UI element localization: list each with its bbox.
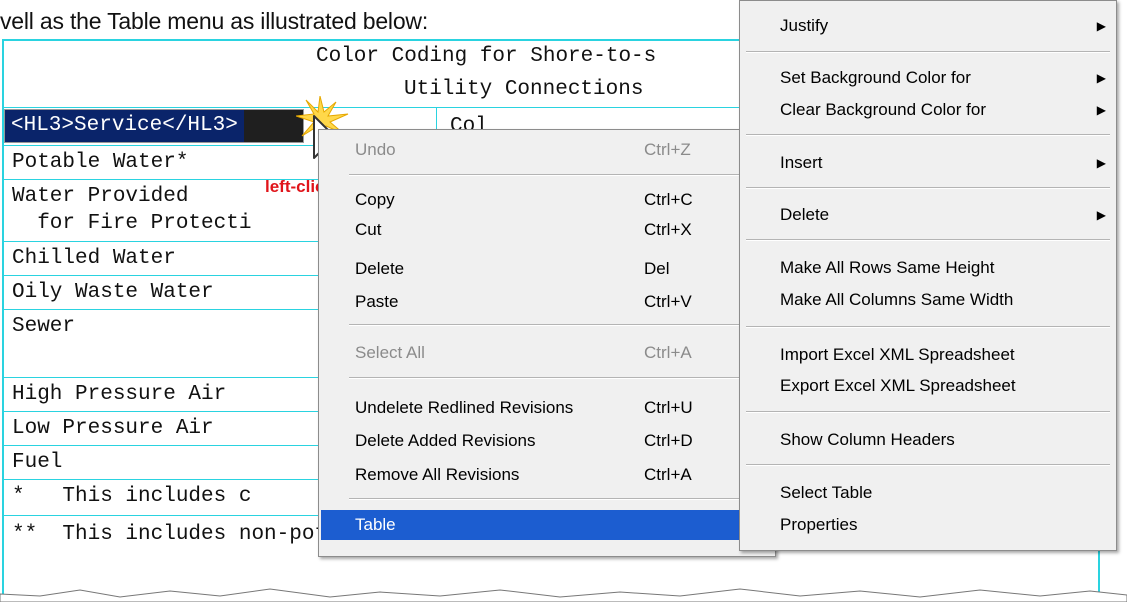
- submenu-item-set-background[interactable]: Set Background Color for ▶: [740, 63, 1116, 93]
- menu-separator: [349, 324, 771, 326]
- submenu-item-justify[interactable]: Justify ▶: [740, 11, 1116, 41]
- menu-separator: [746, 51, 1110, 53]
- table-submenu: Justify ▶ Set Background Color for ▶ Cle…: [739, 0, 1117, 551]
- menu-separator: [746, 464, 1110, 466]
- menu-item-paste[interactable]: Paste Ctrl+V: [319, 287, 775, 317]
- submenu-item-same-width[interactable]: Make All Columns Same Width: [740, 285, 1116, 315]
- submenu-item-export-excel[interactable]: Export Excel XML Spreadsheet: [740, 371, 1116, 401]
- submenu-item-clear-background[interactable]: Clear Background Color for ▶: [740, 95, 1116, 125]
- submenu-arrow-icon: ▶: [1096, 71, 1106, 85]
- table-title-line1: Color Coding for Shore-to-s: [316, 45, 657, 68]
- menu-item-copy[interactable]: Copy Ctrl+C: [319, 185, 775, 215]
- footnote-1: * This includes c: [12, 485, 252, 508]
- menu-separator: [746, 134, 1110, 136]
- selected-cell-text: <HL3>Service</HL3>: [5, 110, 244, 142]
- menu-item-delete[interactable]: Delete Del: [319, 254, 775, 284]
- menu-separator: [349, 174, 771, 176]
- submenu-arrow-icon: ▶: [1096, 103, 1106, 117]
- submenu-item-properties[interactable]: Properties: [740, 510, 1116, 540]
- menu-separator: [746, 187, 1110, 189]
- menu-item-undelete-redlined[interactable]: Undelete Redlined Revisions Ctrl+U: [319, 393, 775, 423]
- menu-separator: [746, 411, 1110, 413]
- torn-edge-graphic: [0, 588, 1127, 602]
- menu-separator: [746, 239, 1110, 241]
- menu-item-select-all[interactable]: Select All Ctrl+A: [319, 338, 775, 368]
- menu-item-delete-added[interactable]: Delete Added Revisions Ctrl+D: [319, 426, 775, 456]
- menu-separator: [349, 498, 771, 500]
- menu-separator: [349, 377, 771, 379]
- menu-item-undo[interactable]: Undo Ctrl+Z: [319, 135, 775, 165]
- intro-text: vell as the Table menu as illustrated be…: [0, 8, 429, 34]
- table-title-line2: Utility Connections: [404, 78, 644, 101]
- menu-item-cut[interactable]: Cut Ctrl+X: [319, 215, 775, 245]
- menu-item-remove-all-revisions[interactable]: Remove All Revisions Ctrl+A: [319, 460, 775, 490]
- submenu-arrow-icon: ▶: [1096, 208, 1106, 222]
- context-menu: Undo Ctrl+Z Copy Ctrl+C Cut Ctrl+X Delet…: [318, 129, 776, 557]
- menu-item-table[interactable]: Table ▶: [321, 510, 773, 540]
- submenu-item-insert[interactable]: Insert ▶: [740, 148, 1116, 178]
- selected-header-cell[interactable]: <HL3>Service</HL3>: [4, 109, 304, 143]
- menu-separator: [746, 326, 1110, 328]
- submenu-arrow-icon: ▶: [1096, 156, 1106, 170]
- submenu-item-same-height[interactable]: Make All Rows Same Height: [740, 253, 1116, 283]
- submenu-item-import-excel[interactable]: Import Excel XML Spreadsheet: [740, 340, 1116, 370]
- submenu-item-select-table[interactable]: Select Table: [740, 478, 1116, 508]
- submenu-arrow-icon: ▶: [1096, 19, 1106, 33]
- submenu-item-show-column-headers[interactable]: Show Column Headers: [740, 425, 1116, 455]
- submenu-item-delete[interactable]: Delete ▶: [740, 200, 1116, 230]
